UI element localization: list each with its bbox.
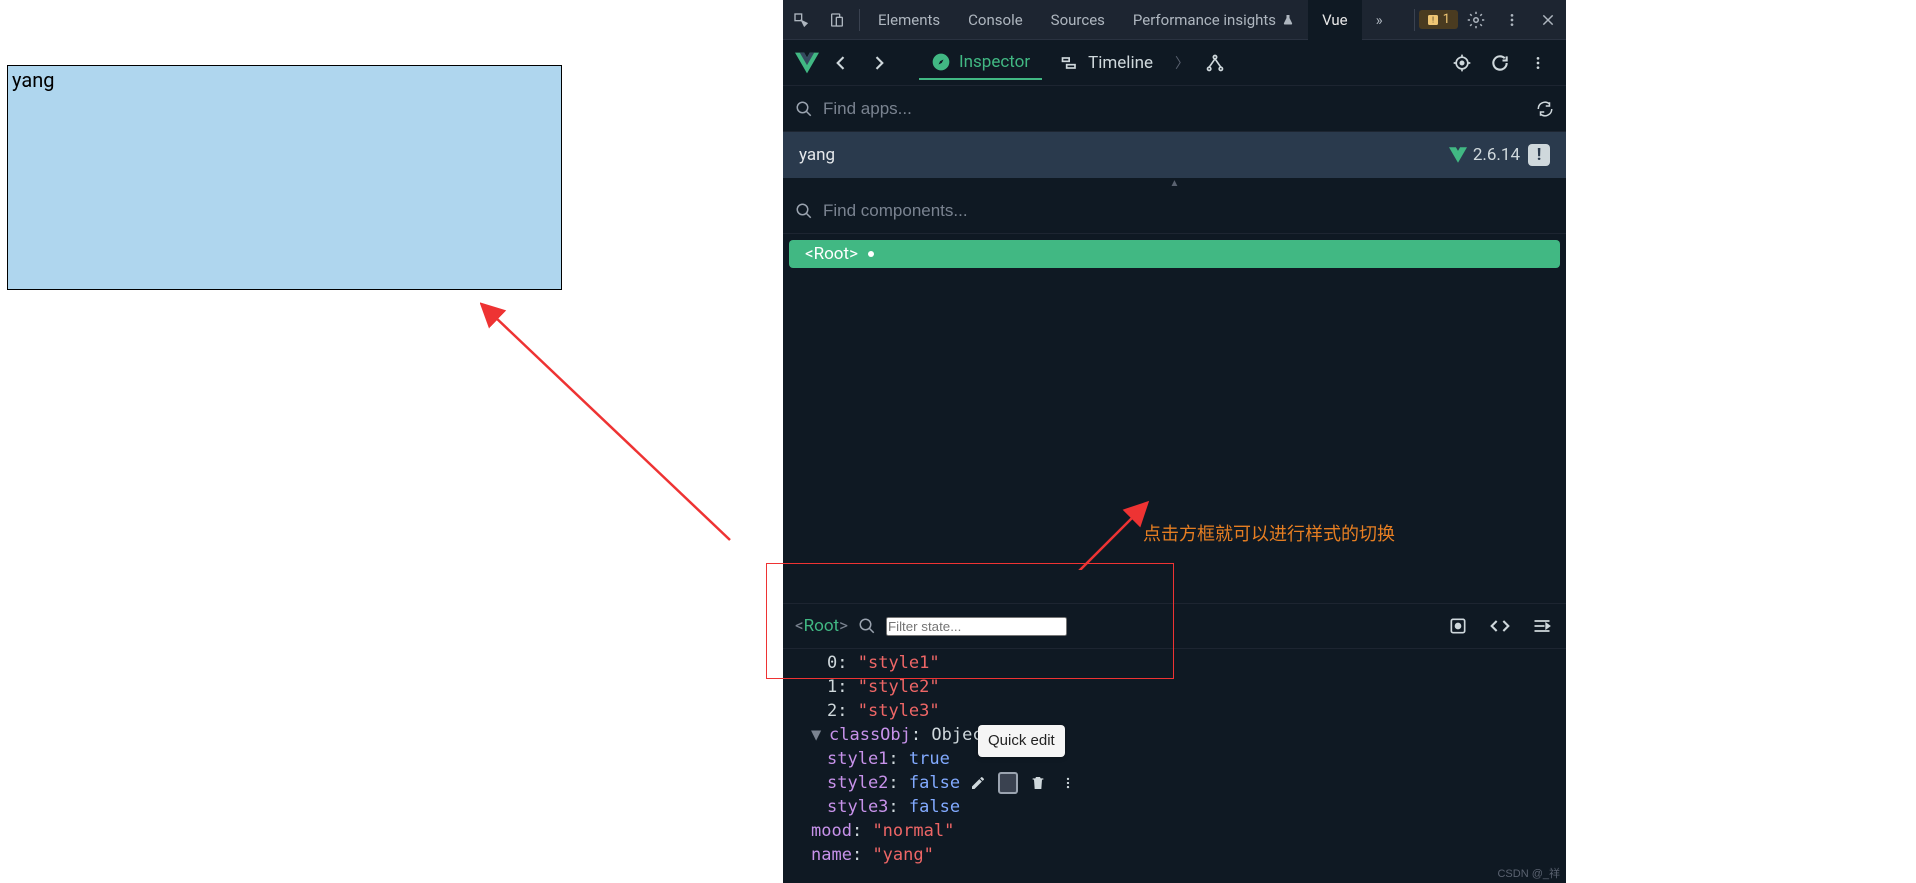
components-tree-icon[interactable] [1199, 47, 1231, 79]
tab-inspector[interactable]: Inspector [919, 46, 1042, 80]
watermark: CSDN @_祥 [1497, 865, 1560, 881]
forward-button[interactable] [863, 47, 895, 79]
find-components-row [783, 188, 1566, 234]
component-tree: <Root> [783, 234, 1566, 274]
tab-elements[interactable]: Elements [864, 0, 954, 40]
breadcrumb: <Root> [795, 616, 848, 636]
select-element-icon[interactable] [783, 0, 819, 40]
state-line[interactable]: style1: true [811, 747, 1538, 771]
beaker-icon [1282, 14, 1294, 26]
state-line[interactable]: style3: false [811, 795, 1538, 819]
compass-icon [931, 52, 951, 72]
app-version: 2.6.14 [1449, 145, 1520, 165]
vue-logo-icon [1449, 147, 1467, 163]
scroll-to-component-icon[interactable] [1446, 614, 1470, 638]
vue-toolbar: Inspector Timeline 〉 [783, 40, 1566, 86]
app-row[interactable]: yang 2.6.14 ! [783, 132, 1566, 178]
close-icon[interactable] [1530, 0, 1566, 40]
find-apps-input[interactable] [823, 99, 1526, 119]
search-icon [795, 100, 813, 118]
devtools-topbar: Elements Console Sources Performance ins… [783, 0, 1566, 40]
tab-timeline[interactable]: Timeline [1048, 47, 1165, 79]
edit-icon[interactable] [968, 773, 988, 793]
tab-overflow[interactable]: » [1362, 0, 1397, 40]
tooltip-text: Quick edit [988, 732, 1055, 749]
find-apps-row [783, 86, 1566, 132]
tab-vue[interactable]: Vue [1308, 0, 1362, 40]
locate-icon[interactable] [1446, 47, 1478, 79]
quick-edit-checkbox[interactable] [998, 773, 1018, 793]
search-icon [795, 202, 813, 220]
show-render-code-icon[interactable] [1488, 614, 1512, 638]
divider [1414, 9, 1415, 31]
tab-label: Timeline [1088, 53, 1153, 73]
preview-text: yang [12, 68, 54, 92]
devtools-panel: Elements Console Sources Performance ins… [783, 0, 1566, 883]
annotation-text: 点击方框就可以进行样式的切换 [1143, 520, 1395, 546]
state-line[interactable]: name: "yang" [811, 843, 1538, 867]
vue-logo-icon [795, 51, 819, 75]
tab-label: Console [968, 11, 1023, 29]
state-body: 0: "style1" 1: "style2" 2: "style3" ▼cla… [783, 649, 1566, 883]
chevron-right-icon: 〉 [1171, 53, 1193, 73]
inline-actions [968, 773, 1078, 793]
tree-node-root[interactable]: <Root> [789, 240, 1560, 268]
tab-label: » [1376, 11, 1383, 29]
refresh-apps-icon[interactable] [1536, 100, 1554, 118]
refresh-icon[interactable] [1484, 47, 1516, 79]
more-icon[interactable] [1522, 47, 1554, 79]
tab-label: Vue [1322, 11, 1348, 29]
inspect-dom-icon[interactable] [1530, 614, 1554, 638]
updated-dot-icon [868, 251, 874, 257]
tab-performance-insights[interactable]: Performance insights [1119, 0, 1308, 40]
warnings-count: 1 [1443, 12, 1450, 27]
browser-viewport: yang [0, 0, 783, 883]
filter-state-input[interactable] [886, 617, 1067, 636]
caret-down-icon[interactable]: ▼ [811, 723, 823, 747]
error-badge-icon[interactable]: ! [1528, 144, 1550, 166]
find-components-input[interactable] [823, 201, 1554, 221]
tooltip-quick-edit: Quick edit [978, 725, 1065, 757]
warning-icon: ! [1427, 14, 1439, 26]
warnings-badge[interactable]: ! 1 [1419, 10, 1458, 29]
tab-sources[interactable]: Sources [1037, 0, 1119, 40]
settings-icon[interactable] [1458, 0, 1494, 40]
state-line-hovered[interactable]: style2: false [811, 771, 1538, 795]
tab-console[interactable]: Console [954, 0, 1037, 40]
more-icon[interactable] [1494, 0, 1530, 40]
timeline-icon [1060, 53, 1080, 73]
tab-label: Inspector [959, 52, 1030, 72]
tab-label: Elements [878, 11, 940, 29]
more-icon[interactable] [1058, 773, 1078, 793]
state-line-object[interactable]: ▼classObj: Object [811, 723, 1538, 747]
app-name: yang [799, 145, 835, 165]
delete-icon[interactable] [1028, 773, 1048, 793]
search-icon [858, 617, 876, 635]
tab-label: Sources [1051, 11, 1105, 29]
tab-label: Performance insights [1133, 11, 1276, 29]
state-line[interactable]: 2: "style3" [811, 699, 1538, 723]
state-header: <Root> [783, 603, 1566, 649]
version-text: 2.6.14 [1473, 145, 1520, 165]
state-line[interactable]: 0: "style1" [811, 651, 1538, 675]
state-line[interactable]: mood: "normal" [811, 819, 1538, 843]
collapse-handle[interactable]: ▲ [783, 178, 1566, 188]
state-line[interactable]: 1: "style2" [811, 675, 1538, 699]
device-toggle-icon[interactable] [819, 0, 855, 40]
svg-text:!: ! [1432, 15, 1434, 24]
tree-node-label: <Root> [805, 244, 858, 264]
divider [859, 9, 860, 31]
back-button[interactable] [825, 47, 857, 79]
preview-box: yang [7, 65, 562, 290]
